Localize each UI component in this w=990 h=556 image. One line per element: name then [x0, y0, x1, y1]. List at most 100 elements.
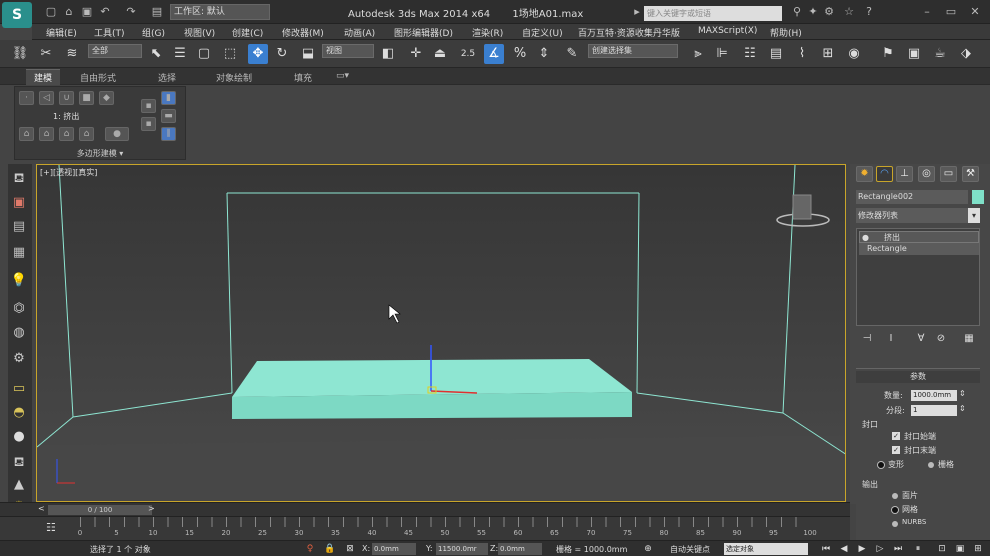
align-icon[interactable]: ⊫ [712, 44, 732, 64]
render-iterative-icon[interactable]: ⬗ [956, 44, 976, 64]
cap-end-checkbox[interactable]: ✓ [892, 446, 900, 454]
go-to-start-icon[interactable]: ⏮ [820, 543, 832, 555]
menu-graph-editors[interactable]: 图形编辑器(D) [394, 26, 453, 39]
box-icon[interactable]: ▭ [10, 380, 28, 398]
tool-icon-a[interactable]: ▪ [141, 99, 156, 113]
amount-spinner-icon[interactable]: ⇕ [959, 389, 966, 398]
communication-icon[interactable]: ⚙ [822, 6, 836, 18]
track-bar[interactable]: ☷ 0 5 10 15 20 25 30 35 40 45 50 55 60 65 70 75 80 85 90 95… [0, 516, 850, 540]
menu-customize[interactable]: 自定义(U) [522, 26, 563, 39]
close-icon[interactable]: ✕ [966, 5, 984, 19]
named-selection-dropdown[interactable]: 创建选择集 [588, 44, 678, 58]
favorites-icon[interactable]: ✦ [806, 6, 820, 18]
redo-icon[interactable]: ↷ [124, 6, 138, 18]
field-of-view-icon[interactable]: ▣ [954, 543, 966, 555]
menu-maxscript[interactable]: MAXScript(X) [698, 26, 757, 36]
angle-snap-icon[interactable]: ∡ [484, 44, 504, 64]
show-end-result-icon[interactable]: Ⅰ [884, 332, 898, 346]
repeat-last-icon[interactable]: ● [105, 127, 129, 141]
search-input[interactable]: 键入关键字或短语 [644, 6, 782, 21]
menu-views[interactable]: 视图(V) [184, 26, 215, 39]
zoom-extents-icon[interactable]: ⊡ [936, 543, 948, 555]
morph-radio[interactable] [878, 462, 884, 468]
window-crossing-icon[interactable]: ⬚ [220, 44, 240, 64]
parameters-title[interactable]: 参数 [856, 371, 980, 383]
unlink-icon[interactable]: ✂ [36, 44, 56, 64]
tab-populate[interactable]: 填充 [294, 71, 312, 84]
next-frame-icon[interactable]: > [148, 504, 155, 513]
teapot-icon[interactable]: ⛾ [10, 170, 28, 188]
hemisphere-icon[interactable]: ◓ [10, 404, 28, 422]
menu-tools[interactable]: 工具(T) [94, 26, 125, 39]
ribbon-options-icon[interactable]: ▭▾ [336, 71, 349, 81]
grid-radio[interactable] [928, 462, 934, 468]
pin-stack-icon[interactable]: ⊣ [860, 332, 874, 346]
next-frame-button-icon[interactable]: ▷ [874, 543, 886, 555]
cap-start-checkbox[interactable]: ✓ [892, 432, 900, 440]
tool-icon-c[interactable]: ▪ [141, 117, 156, 131]
x-coordinate-input[interactable]: 0.0mm [372, 543, 416, 555]
isolate-icon[interactable]: ♀ [304, 543, 316, 555]
make-unique-icon[interactable]: ∀ [914, 332, 928, 346]
tab-object-paint[interactable]: 对象绘制 [216, 71, 252, 84]
edge-icon[interactable]: ◁ [39, 91, 54, 105]
selected-object-dropdown[interactable]: 选定对象 [724, 543, 808, 555]
stack-item-rectangle[interactable]: Rectangle [859, 243, 979, 255]
tab-freeform[interactable]: 自由形式 [80, 71, 116, 84]
scene-explorer-icon[interactable]: ▣ [10, 194, 28, 212]
pivot-center-icon[interactable]: ◧ [378, 44, 398, 64]
menu-plugin[interactable]: 百万互特·资源收集丹华版 [578, 26, 680, 39]
tool-icon-d[interactable]: ▬ [161, 109, 176, 123]
render-setup-icon[interactable]: ⚑ [878, 44, 898, 64]
helper-icon[interactable]: ◍ [10, 324, 28, 342]
select-by-name-icon[interactable]: ☰ [170, 44, 190, 64]
binoculars-icon[interactable]: ▸ [630, 6, 644, 18]
selection-filter-dropdown[interactable]: 全部 [88, 44, 142, 58]
lock-selection-icon[interactable]: 🔒 [324, 543, 336, 555]
motion-tab-icon[interactable]: ◎ [918, 166, 935, 182]
preserve-uvs-icon[interactable]: ⌂ [39, 127, 54, 141]
light-icon[interactable]: 💡 [10, 272, 28, 290]
go-to-end-icon[interactable]: ⏭ [892, 543, 904, 555]
panel-icon[interactable]: ▦ [10, 244, 28, 262]
mesh-radio[interactable] [892, 507, 898, 513]
mirror-icon[interactable]: ⫸ [688, 44, 708, 64]
patch-radio[interactable] [892, 493, 898, 499]
video-camera-icon[interactable]: ⚙ [10, 350, 28, 368]
rendered-frame-icon[interactable]: ▣ [904, 44, 924, 64]
search-icon[interactable]: ⚲ [790, 6, 804, 18]
mini-curve-editor-icon[interactable]: ☷ [46, 521, 56, 534]
segments-spinner-icon[interactable]: ⇕ [959, 404, 966, 413]
workspace-dropdown[interactable]: 工作区: 默认 [170, 4, 270, 20]
maximize-viewport-icon[interactable]: ⊞ [972, 543, 984, 555]
select-and-move-icon[interactable]: ✥ [248, 44, 268, 64]
menu-animation[interactable]: 动画(A) [344, 26, 375, 39]
menu-create[interactable]: 创建(C) [232, 26, 263, 39]
perspective-viewport[interactable]: [+][透视][真实] [36, 164, 846, 502]
previous-frame-icon[interactable]: ◀ [838, 543, 850, 555]
app-logo[interactable]: S [2, 2, 32, 28]
snap-toggle[interactable]: 2.5 [458, 44, 478, 64]
hold-icon[interactable]: ▤ [150, 6, 164, 18]
select-link-icon[interactable]: ⛓ [10, 44, 30, 64]
tab-selection[interactable]: 选择 [158, 71, 176, 84]
display-tab-icon[interactable]: ▭ [940, 166, 957, 182]
cone-icon[interactable]: ▲ [10, 476, 28, 494]
curve-editor-icon[interactable]: ⌇ [792, 44, 812, 64]
select-and-rotate-icon[interactable]: ↻ [272, 44, 292, 64]
play-icon[interactable]: ▶ [856, 543, 868, 555]
element-icon[interactable]: ◆ [99, 91, 114, 105]
vertex-icon[interactable]: · [19, 91, 34, 105]
chevron-down-icon[interactable]: ▾ [968, 208, 980, 223]
remove-modifier-icon[interactable]: ⊘ [934, 332, 948, 346]
modify-mode-icon[interactable]: ⌂ [19, 127, 34, 141]
select-and-scale-icon[interactable]: ⬓ [298, 44, 318, 64]
amount-input[interactable]: 1000.0mm [911, 390, 957, 401]
minimize-icon[interactable]: – [918, 5, 936, 19]
keyboard-shortcut-toggle-icon[interactable]: ⏏ [430, 44, 450, 64]
schematic-view-icon[interactable]: ⊞ [818, 44, 838, 64]
menu-group[interactable]: 组(G) [142, 26, 165, 39]
camera-icon[interactable]: ⏣ [10, 300, 28, 318]
teapot-object-icon[interactable]: ⛾ [10, 454, 28, 472]
help-icon[interactable]: ? [862, 6, 876, 18]
